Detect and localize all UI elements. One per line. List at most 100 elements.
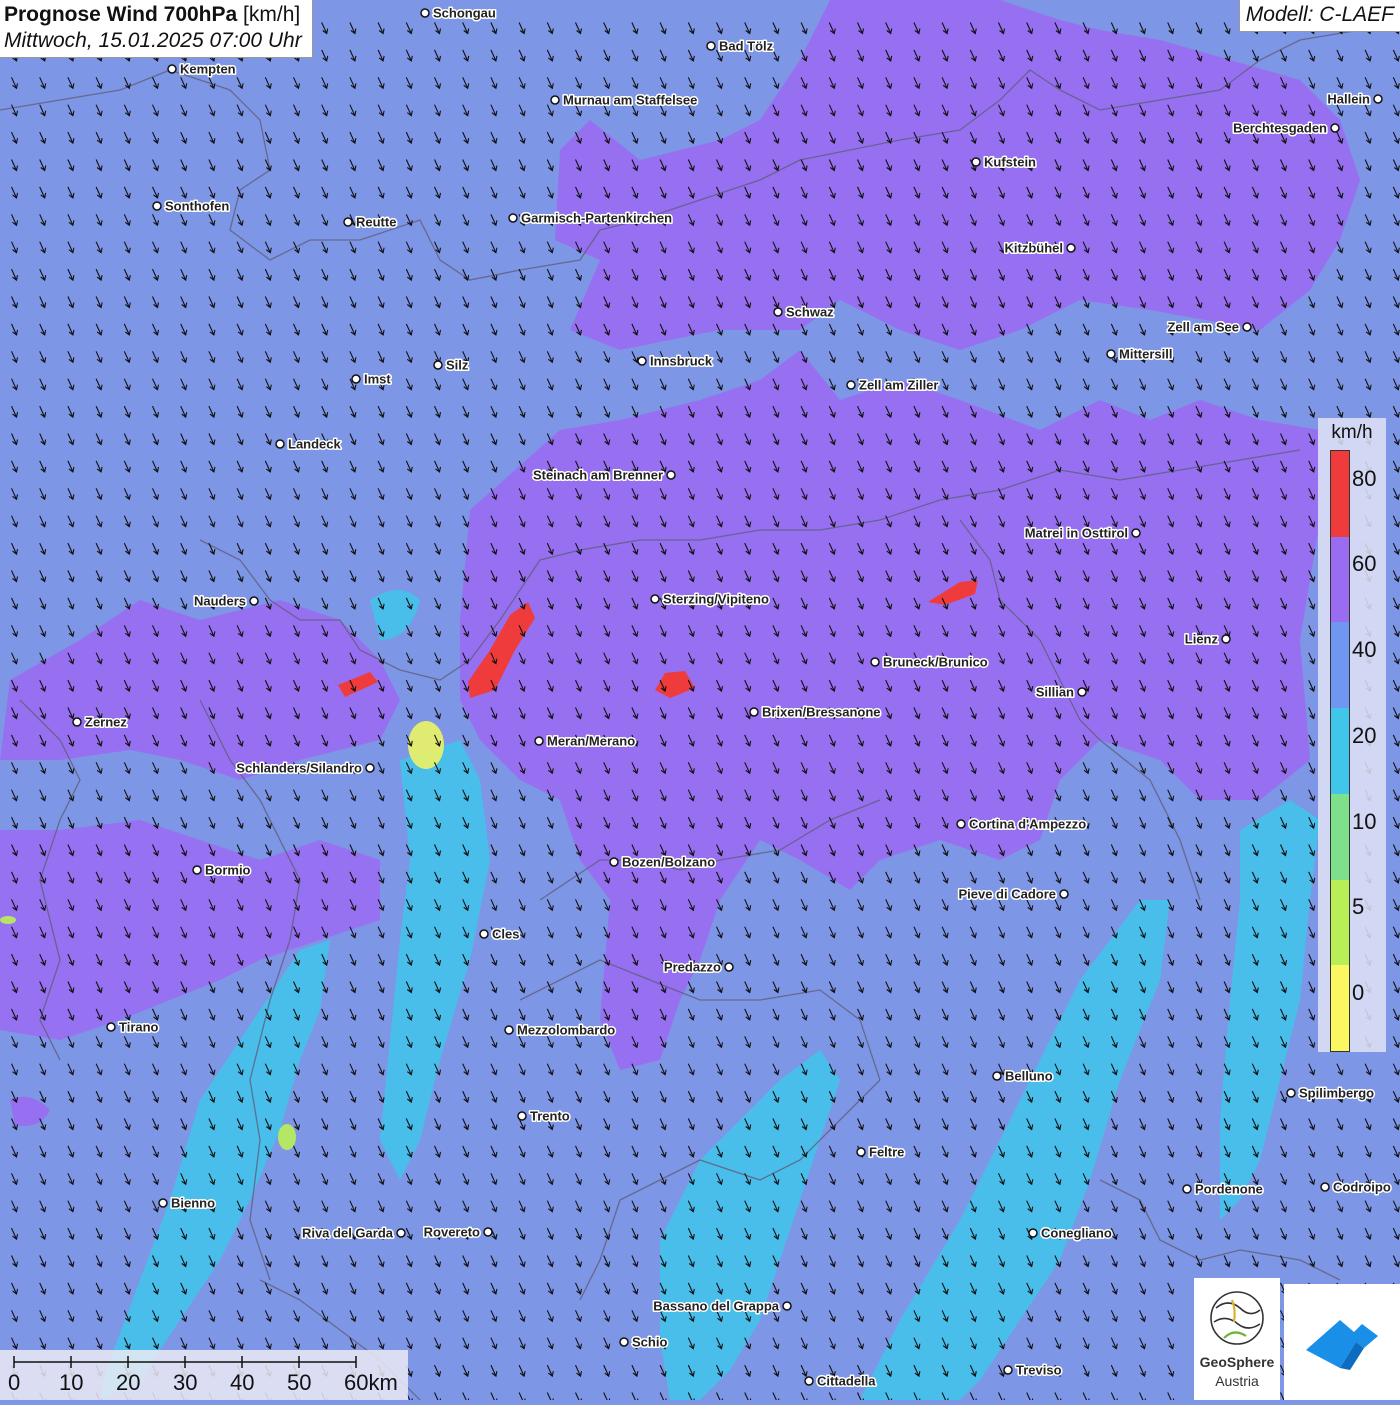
city-marker: Schlanders/Silandro xyxy=(235,759,375,777)
city-label: Kitzbühel xyxy=(1005,241,1064,256)
city-label: Bassano del Grappa xyxy=(653,1299,779,1314)
city-dot xyxy=(504,1025,514,1035)
city-label: Feltre xyxy=(869,1145,904,1160)
city-label: Zell am Ziller xyxy=(859,378,938,393)
city-label: Steinach am Brenner xyxy=(533,468,663,483)
city-marker: Riva del Garda xyxy=(300,1224,406,1242)
legend-segment xyxy=(1331,793,1349,880)
city-dot xyxy=(249,596,259,606)
legend-color-bar xyxy=(1330,450,1350,1052)
city-dot xyxy=(609,857,619,867)
city-dot xyxy=(158,1198,168,1208)
city-dot xyxy=(343,217,353,227)
city-dot xyxy=(396,1228,406,1238)
city-label: Murnau am Staffelsee xyxy=(563,93,697,108)
city-label: Mittersill xyxy=(1119,347,1172,362)
city-dot xyxy=(351,374,361,384)
color-legend: km/h 0 5 10 20 40 60 80 xyxy=(1318,418,1386,1052)
city-dot xyxy=(1373,94,1383,104)
legend-tick-label: 60 xyxy=(1352,551,1377,577)
city-label: Schwaz xyxy=(786,305,834,320)
city-label: Zell am See xyxy=(1167,320,1239,335)
city-marker: Innsbruck xyxy=(637,352,714,370)
city-dot xyxy=(706,41,716,51)
legend-tick-label: 0 xyxy=(1352,980,1365,1005)
city-label: Belluno xyxy=(1005,1069,1053,1084)
city-marker: Garmisch-Partenkirchen xyxy=(508,209,674,227)
geosphere-icon xyxy=(1210,1291,1264,1345)
city-label: Silz xyxy=(446,358,469,373)
city-dot xyxy=(508,213,518,223)
city-label: Schongau xyxy=(433,6,496,21)
city-dot xyxy=(1066,243,1076,253)
city-dot xyxy=(637,356,647,366)
city-label: Cittadella xyxy=(817,1374,876,1389)
city-dot xyxy=(992,1071,1002,1081)
city-label: Rovereto xyxy=(424,1225,480,1240)
city-label: Kufstein xyxy=(984,155,1036,170)
city-dot xyxy=(650,594,660,604)
city-marker: Schongau xyxy=(420,4,497,22)
city-marker: Bruneck/Brunico xyxy=(870,653,989,671)
city-label: Codroipo xyxy=(1333,1180,1391,1195)
city-label: Landeck xyxy=(288,437,342,452)
scale-tick-label: 40 xyxy=(230,1370,255,1395)
map-datetime: Mittwoch, 15.01.2025 07:00 Uhr xyxy=(4,29,302,52)
city-dot xyxy=(1131,528,1141,538)
city-dot xyxy=(517,1111,527,1121)
city-label: Riva del Garda xyxy=(302,1226,394,1241)
city-dot xyxy=(1330,123,1340,133)
city-label: Cortina d'Ampezzo xyxy=(969,817,1086,832)
legend-tick-label: 80 xyxy=(1352,465,1377,491)
city-dot xyxy=(1028,1228,1038,1238)
scale-bar: 0 10 20 30 40 50 60km xyxy=(0,1350,408,1400)
city-dot xyxy=(483,1227,493,1237)
city-dot xyxy=(1320,1182,1330,1192)
cloud-arrow-icon xyxy=(1306,1320,1378,1370)
city-label: Lienz xyxy=(1185,632,1219,647)
geosphere-sub: Austria xyxy=(1215,1373,1259,1389)
city-dot xyxy=(365,763,375,773)
city-marker: Steinach am Brenner xyxy=(531,466,676,484)
map-title: Prognose Wind 700hPa [km/h] xyxy=(4,3,302,27)
city-label: Bozen/Bolzano xyxy=(622,855,715,870)
city-marker: Brixen/Bressanone xyxy=(749,703,882,721)
geosphere-name: GeoSphere xyxy=(1199,1354,1275,1370)
city-dot xyxy=(152,201,162,211)
city-dot xyxy=(1286,1088,1296,1098)
city-label: Conegliano xyxy=(1041,1226,1112,1241)
scale-tick-label: 50 xyxy=(287,1370,312,1395)
calm-spot-west xyxy=(0,916,16,924)
city-dot xyxy=(420,8,430,18)
wind-map: Schongau Bad Tölz Kempten Murnau am Staffel… xyxy=(0,0,1400,1400)
city-marker: Sonthofen xyxy=(152,197,231,215)
city-marker: Sterzing/Vipiteno xyxy=(650,590,770,608)
city-dot xyxy=(782,1301,792,1311)
scale-tick-label: 20 xyxy=(116,1370,141,1395)
city-dot xyxy=(619,1337,629,1347)
city-label: Cles xyxy=(492,927,519,942)
legend-tick-label: 5 xyxy=(1352,894,1365,920)
city-label: Bruneck/Brunico xyxy=(883,655,988,670)
city-marker: Zell am Ziller xyxy=(846,376,940,394)
legend-segment xyxy=(1331,965,1349,1051)
city-label: Garmisch-Partenkirchen xyxy=(521,211,672,226)
city-label: Kempten xyxy=(180,62,236,77)
city-label: Berchtesgaden xyxy=(1233,121,1327,136)
city-dot xyxy=(749,707,759,717)
city-dot xyxy=(1059,889,1069,899)
city-dot xyxy=(1077,687,1087,697)
city-label: Schio xyxy=(632,1335,667,1350)
legend-segment xyxy=(1331,622,1349,709)
city-label: Pieve di Cadore xyxy=(958,887,1056,902)
city-label: Hallein xyxy=(1327,92,1370,107)
city-marker: Zell am See xyxy=(1166,318,1252,336)
city-marker: Pieve di Cadore xyxy=(957,885,1069,903)
city-dot xyxy=(1242,322,1252,332)
city-marker: Pordenone xyxy=(1182,1180,1264,1198)
city-label: Predazzo xyxy=(664,960,721,975)
city-marker: Bozen/Bolzano xyxy=(609,853,717,871)
city-dot xyxy=(1221,634,1231,644)
city-label: Nauders xyxy=(194,594,246,609)
geosphere-logo: GeoSphere Austria xyxy=(1194,1278,1280,1400)
